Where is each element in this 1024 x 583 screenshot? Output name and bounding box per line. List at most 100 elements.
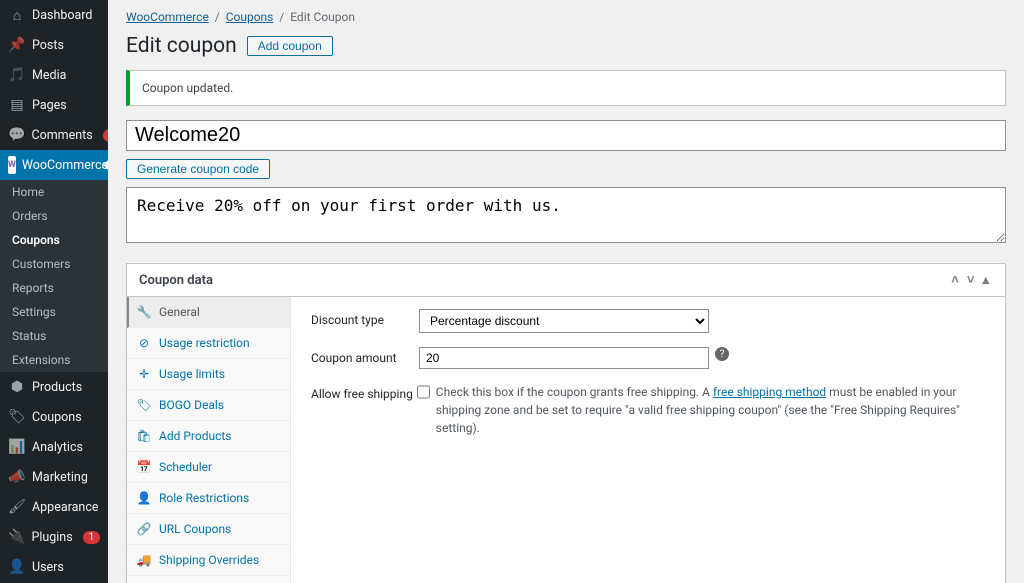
admin-sidebar: ⌂ Dashboard 📌 Posts 🎵 Media ▤ Pages 💬 Co… (0, 0, 108, 583)
plus-icon: ✛ (137, 367, 151, 381)
submenu-settings[interactable]: Settings (0, 300, 108, 324)
help-icon[interactable]: ? (715, 347, 729, 361)
breadcrumb-woocommerce[interactable]: WooCommerce (126, 10, 209, 24)
free-shipping-text: Check this box if the coupon grants free… (436, 383, 985, 437)
breadcrumb-coupons[interactable]: Coupons (226, 10, 274, 24)
calendar-icon: 📅 (137, 460, 151, 474)
tab-label: URL Coupons (159, 522, 231, 536)
dashboard-icon: ⌂ (8, 6, 26, 24)
discount-type-select[interactable]: Percentage discount (419, 309, 709, 333)
comment-icon: 💬 (8, 126, 25, 144)
coupon-amount-input[interactable] (419, 347, 709, 369)
sidebar-item-users[interactable]: 👤 Users (0, 552, 108, 582)
coupon-title-input[interactable] (126, 120, 1006, 151)
tab-scheduler[interactable]: 📅 Scheduler (127, 452, 290, 483)
link-icon: 🔗 (137, 522, 151, 536)
discount-type-label: Discount type (311, 309, 419, 327)
sidebar-label: Coupons (32, 410, 82, 425)
tab-label: BOGO Deals (159, 398, 224, 412)
tag-icon: 🏷 (137, 398, 151, 412)
submenu-orders[interactable]: Orders (0, 204, 108, 228)
postbox-title: Coupon data (139, 273, 213, 288)
products-icon: ⬢ (8, 378, 26, 396)
generate-coupon-code-button[interactable]: Generate coupon code (126, 159, 270, 179)
notice-updated: Coupon updated. (126, 70, 1006, 106)
sidebar-item-comments[interactable]: 💬 Comments 3 (0, 120, 108, 150)
caret-up-icon[interactable]: ▴ (978, 273, 993, 288)
sidebar-item-media[interactable]: 🎵 Media (0, 60, 108, 90)
tab-one-click[interactable]: 🔔 One Click Apply Notification (127, 576, 290, 583)
coupon-panel-general: Discount type Percentage discount Coupon… (291, 297, 1005, 583)
sidebar-item-coupons[interactable]: 🏷 Coupons (0, 402, 108, 432)
tab-usage-limits[interactable]: ✛ Usage limits (127, 359, 290, 390)
page-icon: ▤ (8, 96, 26, 114)
free-shipping-method-link[interactable]: free shipping method (713, 385, 826, 399)
sidebar-item-woocommerce[interactable]: W WooCommerce (0, 150, 108, 180)
add-coupon-button[interactable]: Add coupon (247, 36, 333, 56)
tab-label: Usage restriction (159, 336, 250, 350)
sidebar-label: Pages (32, 98, 67, 113)
coupon-tabs: 🔧 General ⊘ Usage restriction ✛ Usage li… (127, 297, 291, 583)
sidebar-label: Users (32, 560, 64, 575)
woocommerce-submenu: Home Orders Coupons Customers Reports Se… (0, 180, 108, 372)
heading-row: Edit coupon Add coupon (126, 34, 1006, 58)
sidebar-item-pages[interactable]: ▤ Pages (0, 90, 108, 120)
submenu-extensions[interactable]: Extensions (0, 348, 108, 372)
free-shipping-checkbox[interactable] (417, 385, 430, 399)
tab-role-restrictions[interactable]: 👤 Role Restrictions (127, 483, 290, 514)
coupon-description-input[interactable]: Receive 20% off on your first order with… (126, 187, 1006, 243)
sidebar-label: Appearance (32, 500, 99, 515)
sidebar-item-analytics[interactable]: 📊 Analytics (0, 432, 108, 462)
woocommerce-icon: W (8, 156, 16, 174)
submenu-home[interactable]: Home (0, 180, 108, 204)
sidebar-item-posts[interactable]: 📌 Posts (0, 30, 108, 60)
tab-label: Usage limits (159, 367, 225, 381)
sidebar-label: WooCommerce (22, 158, 108, 173)
sidebar-label: Analytics (32, 440, 83, 455)
chevron-up-icon[interactable]: ˄ (947, 272, 963, 288)
brush-icon: 🖌 (8, 498, 26, 516)
submenu-coupons[interactable]: Coupons (0, 228, 108, 252)
sidebar-item-marketing[interactable]: 📣 Marketing (0, 462, 108, 492)
submenu-status[interactable]: Status (0, 324, 108, 348)
notice-text: Coupon updated. (142, 81, 233, 95)
marketing-icon: 📣 (8, 468, 26, 486)
tab-url-coupons[interactable]: 🔗 URL Coupons (127, 514, 290, 545)
chevron-down-icon[interactable]: ˅ (963, 272, 979, 288)
tab-label: Add Products (159, 429, 232, 443)
postbox-body: 🔧 General ⊘ Usage restriction ✛ Usage li… (127, 297, 1005, 583)
sidebar-item-dashboard[interactable]: ⌂ Dashboard (0, 0, 108, 30)
sidebar-item-appearance[interactable]: 🖌 Appearance (0, 492, 108, 522)
bag-icon: 🛍 (137, 429, 151, 443)
users-icon: 👤 (8, 558, 26, 576)
tab-label: Shipping Overrides (159, 553, 259, 567)
sidebar-label: Comments (31, 128, 92, 143)
submenu-reports[interactable]: Reports (0, 276, 108, 300)
tab-label: Scheduler (159, 460, 212, 474)
free-shipping-label: Allow free shipping (311, 383, 417, 401)
sidebar-label: Media (32, 68, 66, 83)
sidebar-item-products[interactable]: ⬢ Products (0, 372, 108, 402)
truck-icon: 🚚 (137, 553, 151, 567)
breadcrumb-current: Edit Coupon (290, 10, 355, 24)
media-icon: 🎵 (8, 66, 26, 84)
breadcrumb: WooCommerce / Coupons / Edit Coupon (126, 0, 1006, 34)
sidebar-label: Dashboard (32, 8, 92, 23)
tab-usage-restriction[interactable]: ⊘ Usage restriction (127, 328, 290, 359)
no-entry-icon: ⊘ (137, 336, 151, 350)
tab-label: Role Restrictions (159, 491, 249, 505)
tab-general[interactable]: 🔧 General (127, 297, 290, 328)
coupons-icon: 🏷 (8, 408, 26, 426)
submenu-customers[interactable]: Customers (0, 252, 108, 276)
tab-bogo-deals[interactable]: 🏷 BOGO Deals (127, 390, 290, 421)
sidebar-label: Products (32, 380, 82, 395)
page-title: Edit coupon (126, 34, 237, 58)
pin-icon: 📌 (8, 36, 26, 54)
postbox-header: Coupon data ˄ ˅ ▴ (127, 264, 1005, 297)
coupon-amount-label: Coupon amount (311, 347, 419, 365)
main-content: WooCommerce / Coupons / Edit Coupon Edit… (108, 0, 1024, 583)
tab-add-products[interactable]: 🛍 Add Products (127, 421, 290, 452)
sidebar-item-plugins[interactable]: 🔌 Plugins 1 (0, 522, 108, 552)
coupon-data-box: Coupon data ˄ ˅ ▴ 🔧 General ⊘ Usage rest… (126, 263, 1006, 583)
tab-shipping-overrides[interactable]: 🚚 Shipping Overrides (127, 545, 290, 576)
